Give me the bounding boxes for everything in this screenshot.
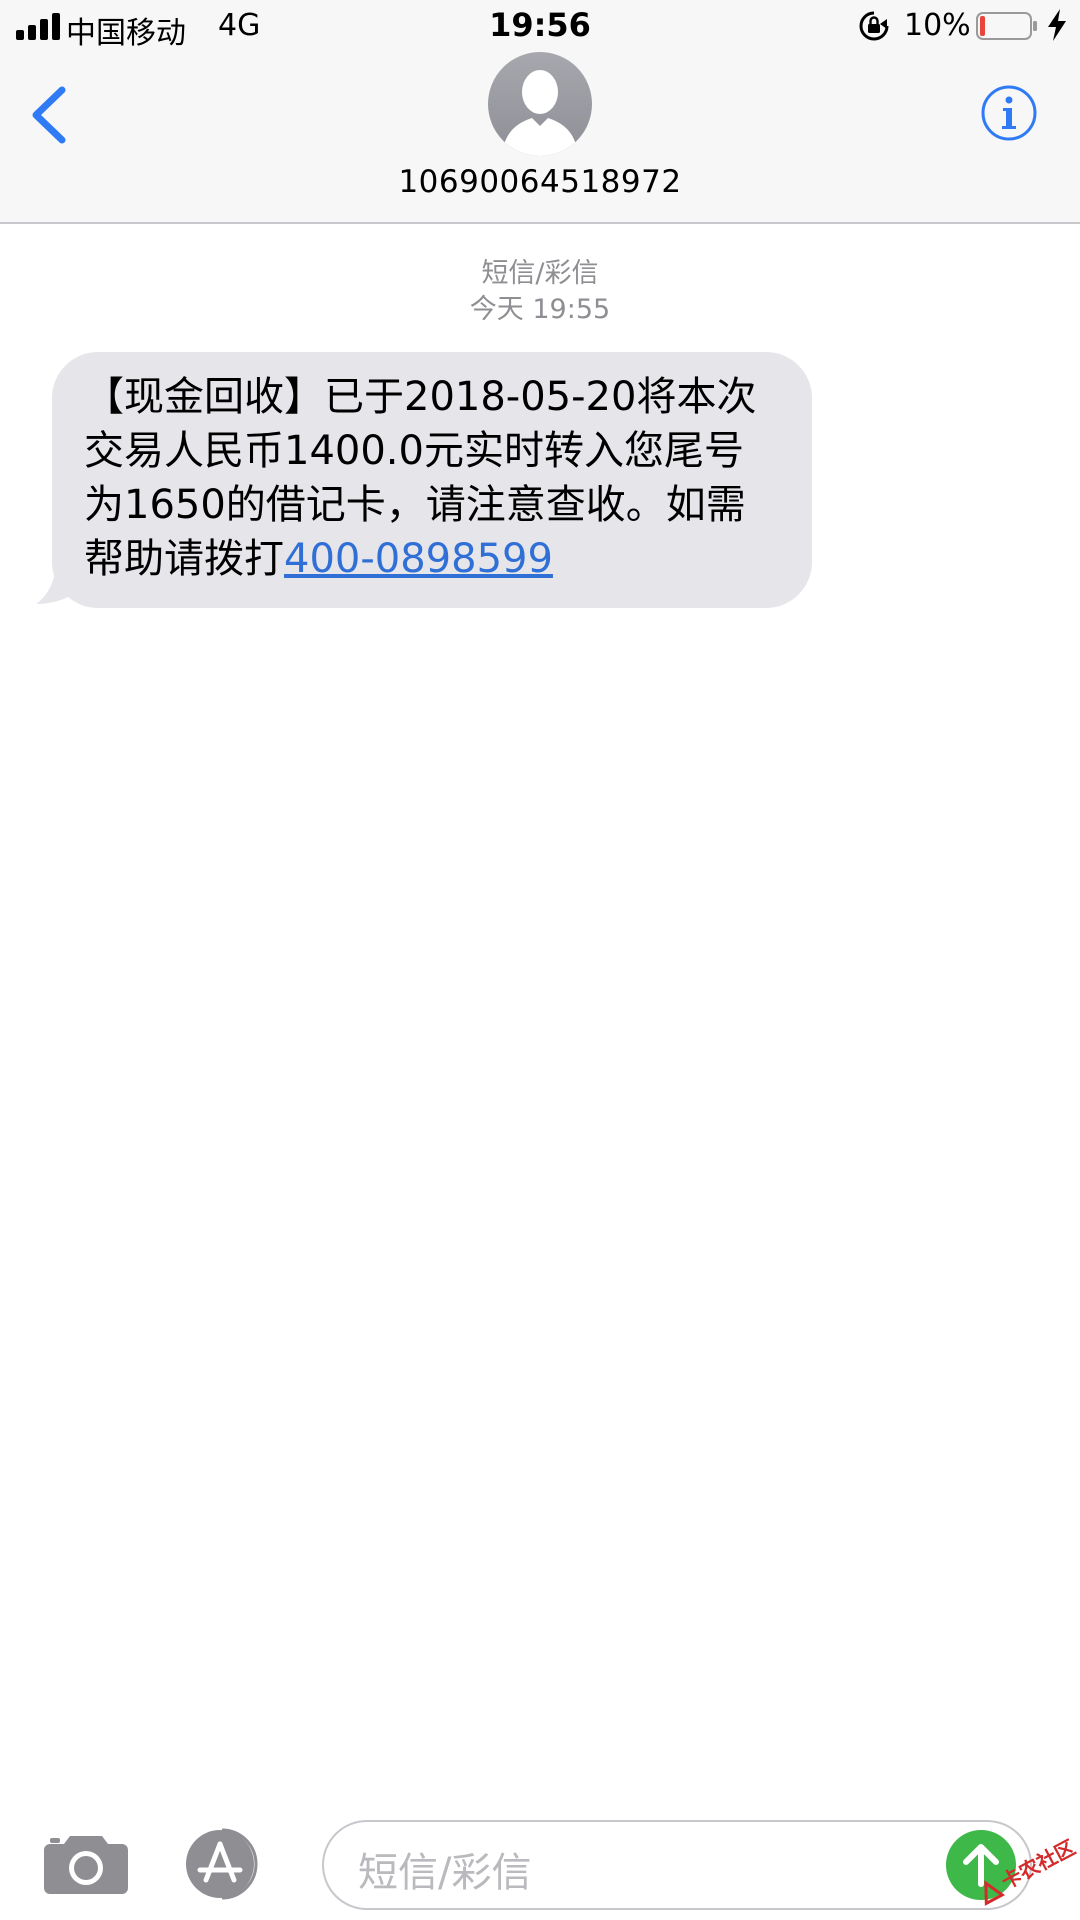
camera-icon[interactable] — [42, 1830, 130, 1896]
battery-icon — [976, 12, 1037, 40]
thread-meta: 短信/彩信 今天 19:55 — [0, 256, 1080, 328]
avatar[interactable] — [488, 52, 592, 156]
message-input[interactable]: 短信/彩信 — [322, 1820, 1032, 1910]
phone-number-link[interactable]: 400-0898599 — [284, 536, 553, 582]
info-icon[interactable] — [980, 84, 1038, 142]
message-bubble[interactable]: 【现金回收】已于2018-05-20将本次交易人民币1400.0元实时转入您尾号… — [52, 352, 812, 608]
charging-bolt-icon — [1048, 9, 1066, 41]
message-placeholder: 短信/彩信 — [358, 1850, 532, 1896]
battery-percent: 10% — [904, 8, 971, 43]
conversation-header: 中国移动 4G 19:56 10% 10690064518972 — [0, 0, 1080, 224]
app-store-icon[interactable] — [182, 1826, 278, 1902]
contact-number[interactable]: 10690064518972 — [0, 164, 1080, 200]
message-timestamp: 今天 19:55 — [469, 294, 611, 325]
status-bar: 中国移动 4G 19:56 10% — [0, 0, 1080, 56]
chevron-left-icon[interactable] — [26, 82, 76, 148]
service-label: 短信/彩信 — [481, 258, 599, 289]
rotation-lock-icon — [859, 11, 889, 41]
person-silhouette-icon — [502, 70, 578, 156]
